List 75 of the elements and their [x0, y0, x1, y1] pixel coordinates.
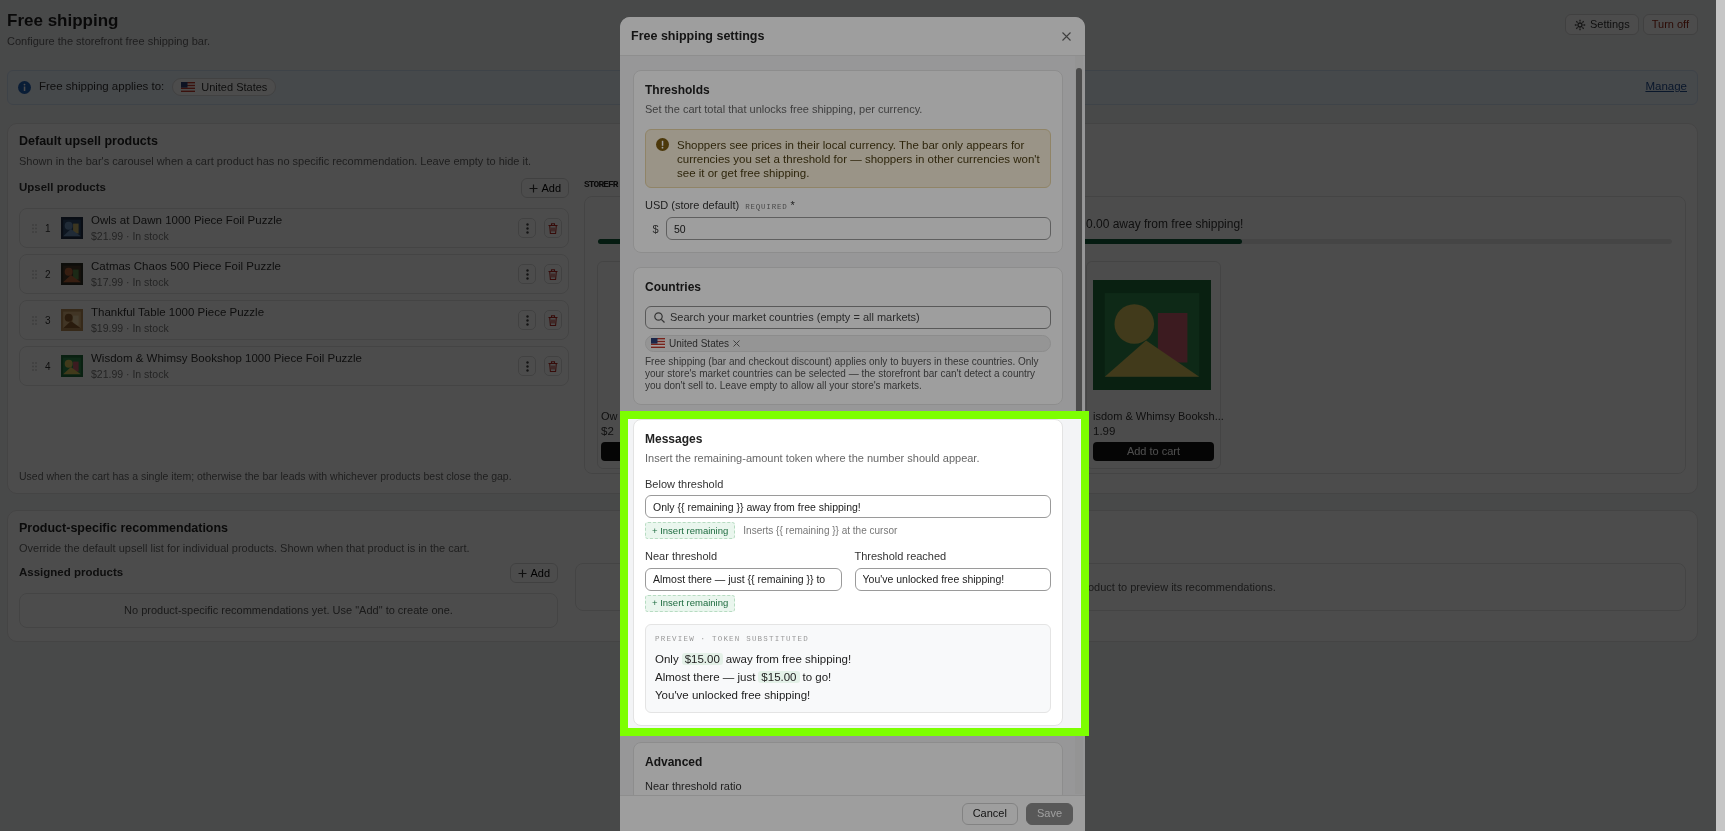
page-title: Free shipping [7, 10, 120, 32]
settings-icon [1573, 18, 1586, 31]
more-button[interactable] [518, 264, 536, 284]
section-title: Countries [645, 280, 701, 295]
field-label: Near threshold ratio [645, 779, 743, 795]
country-chip: United States [172, 78, 277, 96]
search-icon [654, 311, 665, 323]
product-name: Ow [601, 409, 618, 423]
country-chip: United States [645, 334, 1051, 352]
position-number: 3 [45, 313, 52, 328]
delete-button[interactable] [544, 356, 562, 376]
kebab-icon [525, 268, 529, 280]
list-label: Assigned products [19, 565, 124, 581]
warning-icon [656, 137, 669, 151]
section-title: Thresholds [645, 83, 710, 98]
section-title: Advanced [645, 754, 703, 770]
product-price: 1.99 [1093, 424, 1116, 439]
message-input[interactable]: Almost there — just {{ remaining }} to [645, 567, 842, 591]
plus-icon [529, 183, 539, 193]
required-mark: * [790, 198, 795, 211]
section-title: Default upsell products [19, 133, 158, 149]
position-number: 4 [45, 359, 52, 374]
section-description: Insert the remaining-amount token where the number should appear. [645, 451, 980, 467]
warning-text: Shoppers see prices in their local currency. The bar only appears for currencies you set a threshold for — shoppers in other currencies won't see it or get free shipping. [677, 137, 1040, 180]
threshold-input[interactable]: 50 [666, 217, 1051, 241]
more-button[interactable] [518, 218, 536, 238]
product-name: Thankful Table 1000 Piece Puzzle [91, 304, 266, 320]
field-label: Near threshold [645, 549, 719, 565]
preview-line: Almost there — just $15.00 to go! [655, 669, 833, 685]
kebab-icon [525, 222, 529, 234]
info-icon [18, 80, 31, 94]
insert-token-button[interactable]: + Insert remaining [645, 522, 736, 540]
kebab-icon [525, 360, 529, 372]
preview-label: STOREFR [584, 178, 618, 192]
preview-line: Only $15.00 away from free shipping! [655, 651, 853, 667]
remove-icon[interactable] [733, 339, 741, 347]
section-title: Messages [645, 431, 703, 447]
more-button[interactable] [518, 310, 536, 330]
product-price: $2 [601, 424, 614, 439]
trash-icon [548, 314, 558, 326]
section-title: Product-specific recommendations [19, 520, 229, 536]
delete-button[interactable] [544, 264, 562, 284]
field-label: Below threshold [645, 476, 725, 492]
delete-button[interactable] [544, 310, 562, 330]
flag-icon [651, 338, 665, 349]
insert-hint: Inserts {{ remaining }} at the cursor [743, 524, 898, 539]
message-input[interactable]: Only {{ remaining }} away from free shipping! [645, 495, 1051, 519]
preview-message: 0.00 away from free shipping! [1086, 216, 1245, 233]
trash-icon [548, 268, 558, 280]
product-name: Catmas Chaos 500 Piece Foil Puzzle [91, 258, 282, 274]
field-label: USD (store default) [645, 198, 740, 211]
plus-icon [518, 568, 528, 578]
insert-token-button[interactable]: + Insert remaining [645, 594, 736, 612]
close-icon [1062, 31, 1071, 41]
flag-icon [181, 82, 196, 92]
kebab-icon [525, 314, 529, 326]
close-button[interactable] [1060, 29, 1073, 43]
banner-text: Free shipping applies to: [39, 79, 165, 95]
trash-icon [548, 360, 558, 372]
more-button[interactable] [518, 356, 536, 376]
product-name: Wisdom & Whimsy Bookshop 1000 Piece Foil Puzzle [91, 350, 363, 366]
section-description: Set the cart total that unlocks free shipping, per currency. [645, 102, 923, 118]
currency-prefix: $ [651, 221, 660, 237]
list-label: Upsell products [19, 180, 106, 196]
message-input[interactable]: You've unlocked free shipping! [854, 567, 1051, 591]
country-search-field[interactable]: Search your market countries (empty = all markets) [645, 305, 1051, 329]
cancel-button[interactable]: Cancel [961, 802, 1018, 825]
product-name: Owls at Dawn 1000 Piece Foil Puzzle [91, 212, 284, 228]
field-label: Threshold reached [854, 549, 948, 565]
preview-line: You've unlocked free shipping! [655, 687, 812, 703]
countries-note: Free shipping (bar and checkout discount) applies only to buyers in these countries. Only your store's market countries can be selected — the storefront bar can't detect a country you don't sell to. Leave empty to allow all your store's markets. [645, 355, 1040, 392]
dialog-title: Free shipping settings [631, 27, 765, 45]
product-name: isdom & Whimsy Booksh... [1093, 409, 1224, 423]
delete-button[interactable] [544, 218, 562, 238]
trash-icon [548, 222, 558, 234]
